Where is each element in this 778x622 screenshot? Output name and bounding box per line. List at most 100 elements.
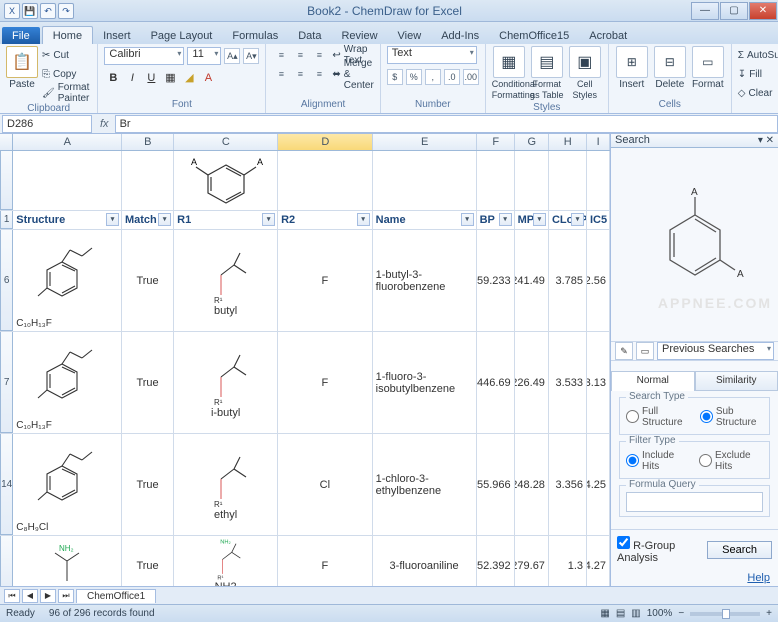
radio-sub-structure[interactable]: Sub Structure: [700, 406, 763, 428]
cell-mp[interactable]: 248.28: [515, 434, 549, 535]
italic-button[interactable]: I: [123, 69, 141, 87]
formula-input[interactable]: Br: [115, 115, 778, 133]
col-c[interactable]: C: [174, 134, 278, 150]
row-header[interactable]: 7: [0, 332, 13, 433]
cell-r2[interactable]: F: [278, 230, 373, 331]
cell-name[interactable]: 3-fluoroaniline: [373, 536, 477, 586]
tab-addins[interactable]: Add-Ins: [431, 27, 489, 44]
format-table-button[interactable]: ▤Format as Table: [530, 46, 564, 101]
tool-icon[interactable]: ✎: [615, 342, 633, 360]
cell-bp[interactable]: 446.69: [477, 332, 515, 433]
align-buttons[interactable]: ≡≡≡≡≡≡: [272, 46, 328, 83]
clear-button[interactable]: ◇Clear: [738, 84, 778, 102]
sheet-nav-next[interactable]: ▶: [40, 589, 56, 603]
cell-r1[interactable]: R¹ethyl: [174, 434, 278, 535]
filter-dropdown-icon[interactable]: ▾: [571, 213, 584, 226]
cell-mp[interactable]: 279.67: [515, 536, 549, 586]
fx-icon[interactable]: fx: [94, 118, 115, 130]
zoom-slider[interactable]: [690, 612, 760, 616]
hdr-r1[interactable]: R1▾: [174, 211, 278, 229]
radio-exclude-hits[interactable]: Exclude Hits: [699, 450, 763, 472]
cell-structure[interactable]: C₁₀H₁₃F: [13, 230, 122, 331]
cell[interactable]: [373, 151, 477, 210]
row-header[interactable]: [0, 536, 13, 586]
cell-ic[interactable]: 2.56: [587, 230, 610, 331]
paste-button[interactable]: 📋Paste: [6, 46, 38, 90]
hdr-match[interactable]: Match▾: [122, 211, 174, 229]
filter-dropdown-icon[interactable]: ▾: [357, 213, 370, 226]
inc-dec-icon[interactable]: .0: [444, 69, 460, 85]
format-button[interactable]: ▭Format: [691, 46, 725, 90]
tab-acrobat[interactable]: Acrobat: [579, 27, 637, 44]
undo-icon[interactable]: ↶: [40, 3, 56, 19]
restore-button[interactable]: ▢: [720, 2, 748, 20]
border-button[interactable]: ▦: [161, 69, 179, 87]
close-button[interactable]: ✕: [749, 2, 777, 20]
minimize-button[interactable]: —: [691, 2, 719, 20]
tab-normal[interactable]: Normal: [611, 371, 695, 391]
select-all-corner[interactable]: [0, 134, 13, 150]
row-header[interactable]: 6: [0, 230, 13, 331]
radio-full-structure[interactable]: Full Structure: [626, 406, 688, 428]
filter-dropdown-icon[interactable]: ▾: [106, 213, 119, 226]
hdr-mp[interactable]: MP▾: [515, 211, 549, 229]
hdr-structure[interactable]: Structure▾: [13, 211, 122, 229]
font-color-button[interactable]: A: [199, 69, 217, 87]
shrink-font-icon[interactable]: A▾: [243, 48, 259, 64]
help-link[interactable]: Help: [747, 572, 770, 584]
cell-clogp[interactable]: 3.785: [549, 230, 587, 331]
cell-bp[interactable]: 455.966: [477, 434, 515, 535]
cell-match[interactable]: True: [122, 230, 174, 331]
tab-review[interactable]: Review: [331, 27, 387, 44]
col-f[interactable]: F: [477, 134, 515, 150]
sheet-tab[interactable]: ChemOffice1: [76, 589, 156, 603]
number-format-select[interactable]: Text: [387, 46, 477, 64]
cell[interactable]: [278, 151, 373, 210]
col-d[interactable]: D: [278, 134, 373, 150]
dec-dec-icon[interactable]: .00: [463, 69, 479, 85]
cell[interactable]: [515, 151, 549, 210]
cell-match[interactable]: True: [122, 434, 174, 535]
cell-r2[interactable]: Cl: [278, 434, 373, 535]
painter-button[interactable]: 🖌Format Painter: [42, 84, 91, 102]
row-header[interactable]: 14: [0, 434, 13, 535]
tab-home[interactable]: Home: [42, 26, 93, 44]
cell-r1[interactable]: NH₂R¹NH2: [174, 536, 278, 586]
tool-icon[interactable]: ▭: [636, 342, 654, 360]
cell-bp[interactable]: 459.233: [477, 230, 515, 331]
col-e[interactable]: E: [373, 134, 477, 150]
hdr-name[interactable]: Name▾: [373, 211, 477, 229]
hdr-ic[interactable]: IC5: [587, 211, 610, 229]
row-header[interactable]: [0, 151, 13, 210]
filter-dropdown-icon[interactable]: ▾: [461, 213, 474, 226]
save-icon[interactable]: 💾: [22, 3, 38, 19]
grid-body[interactable]: AA 1 Structure▾ Match▾ R1▾ R2▾ Name▾ BP▾…: [0, 151, 610, 586]
hdr-clogp[interactable]: CLogP▾: [549, 211, 587, 229]
autosum-button[interactable]: ΣAutoSum: [738, 46, 778, 64]
insert-button[interactable]: ⊞Insert: [615, 46, 649, 90]
hdr-r2[interactable]: R2▾: [278, 211, 373, 229]
cell-structure[interactable]: NH₂: [13, 536, 122, 586]
cell-structure[interactable]: AA: [174, 151, 278, 210]
tab-formulas[interactable]: Formulas: [222, 27, 288, 44]
cell-ic[interactable]: 4.25: [587, 434, 610, 535]
currency-icon[interactable]: $: [387, 69, 403, 85]
cell-clogp[interactable]: 3.533: [549, 332, 587, 433]
merge-button[interactable]: ⬌Merge & Center: [332, 65, 373, 83]
cell-r1[interactable]: R¹i-butyl: [174, 332, 278, 433]
fill-color-button[interactable]: ◢: [180, 69, 198, 87]
cell-name[interactable]: 1-fluoro-3-isobutylbenzene: [373, 332, 477, 433]
col-h[interactable]: H: [549, 134, 587, 150]
cell-ic[interactable]: 4.27: [587, 536, 610, 586]
tab-chemoffice[interactable]: ChemOffice15: [489, 27, 579, 44]
search-button[interactable]: Search: [707, 541, 772, 559]
cell-styles-button[interactable]: ▣Cell Styles: [568, 46, 602, 101]
col-g[interactable]: G: [515, 134, 549, 150]
cell[interactable]: [13, 151, 122, 210]
hdr-bp[interactable]: BP▾: [477, 211, 515, 229]
font-size-select[interactable]: 11: [187, 47, 221, 65]
cell-bp[interactable]: 452.392: [477, 536, 515, 586]
comma-icon[interactable]: ,: [425, 69, 441, 85]
formula-query-input[interactable]: [626, 492, 763, 512]
fill-button[interactable]: ↧Fill: [738, 65, 778, 83]
